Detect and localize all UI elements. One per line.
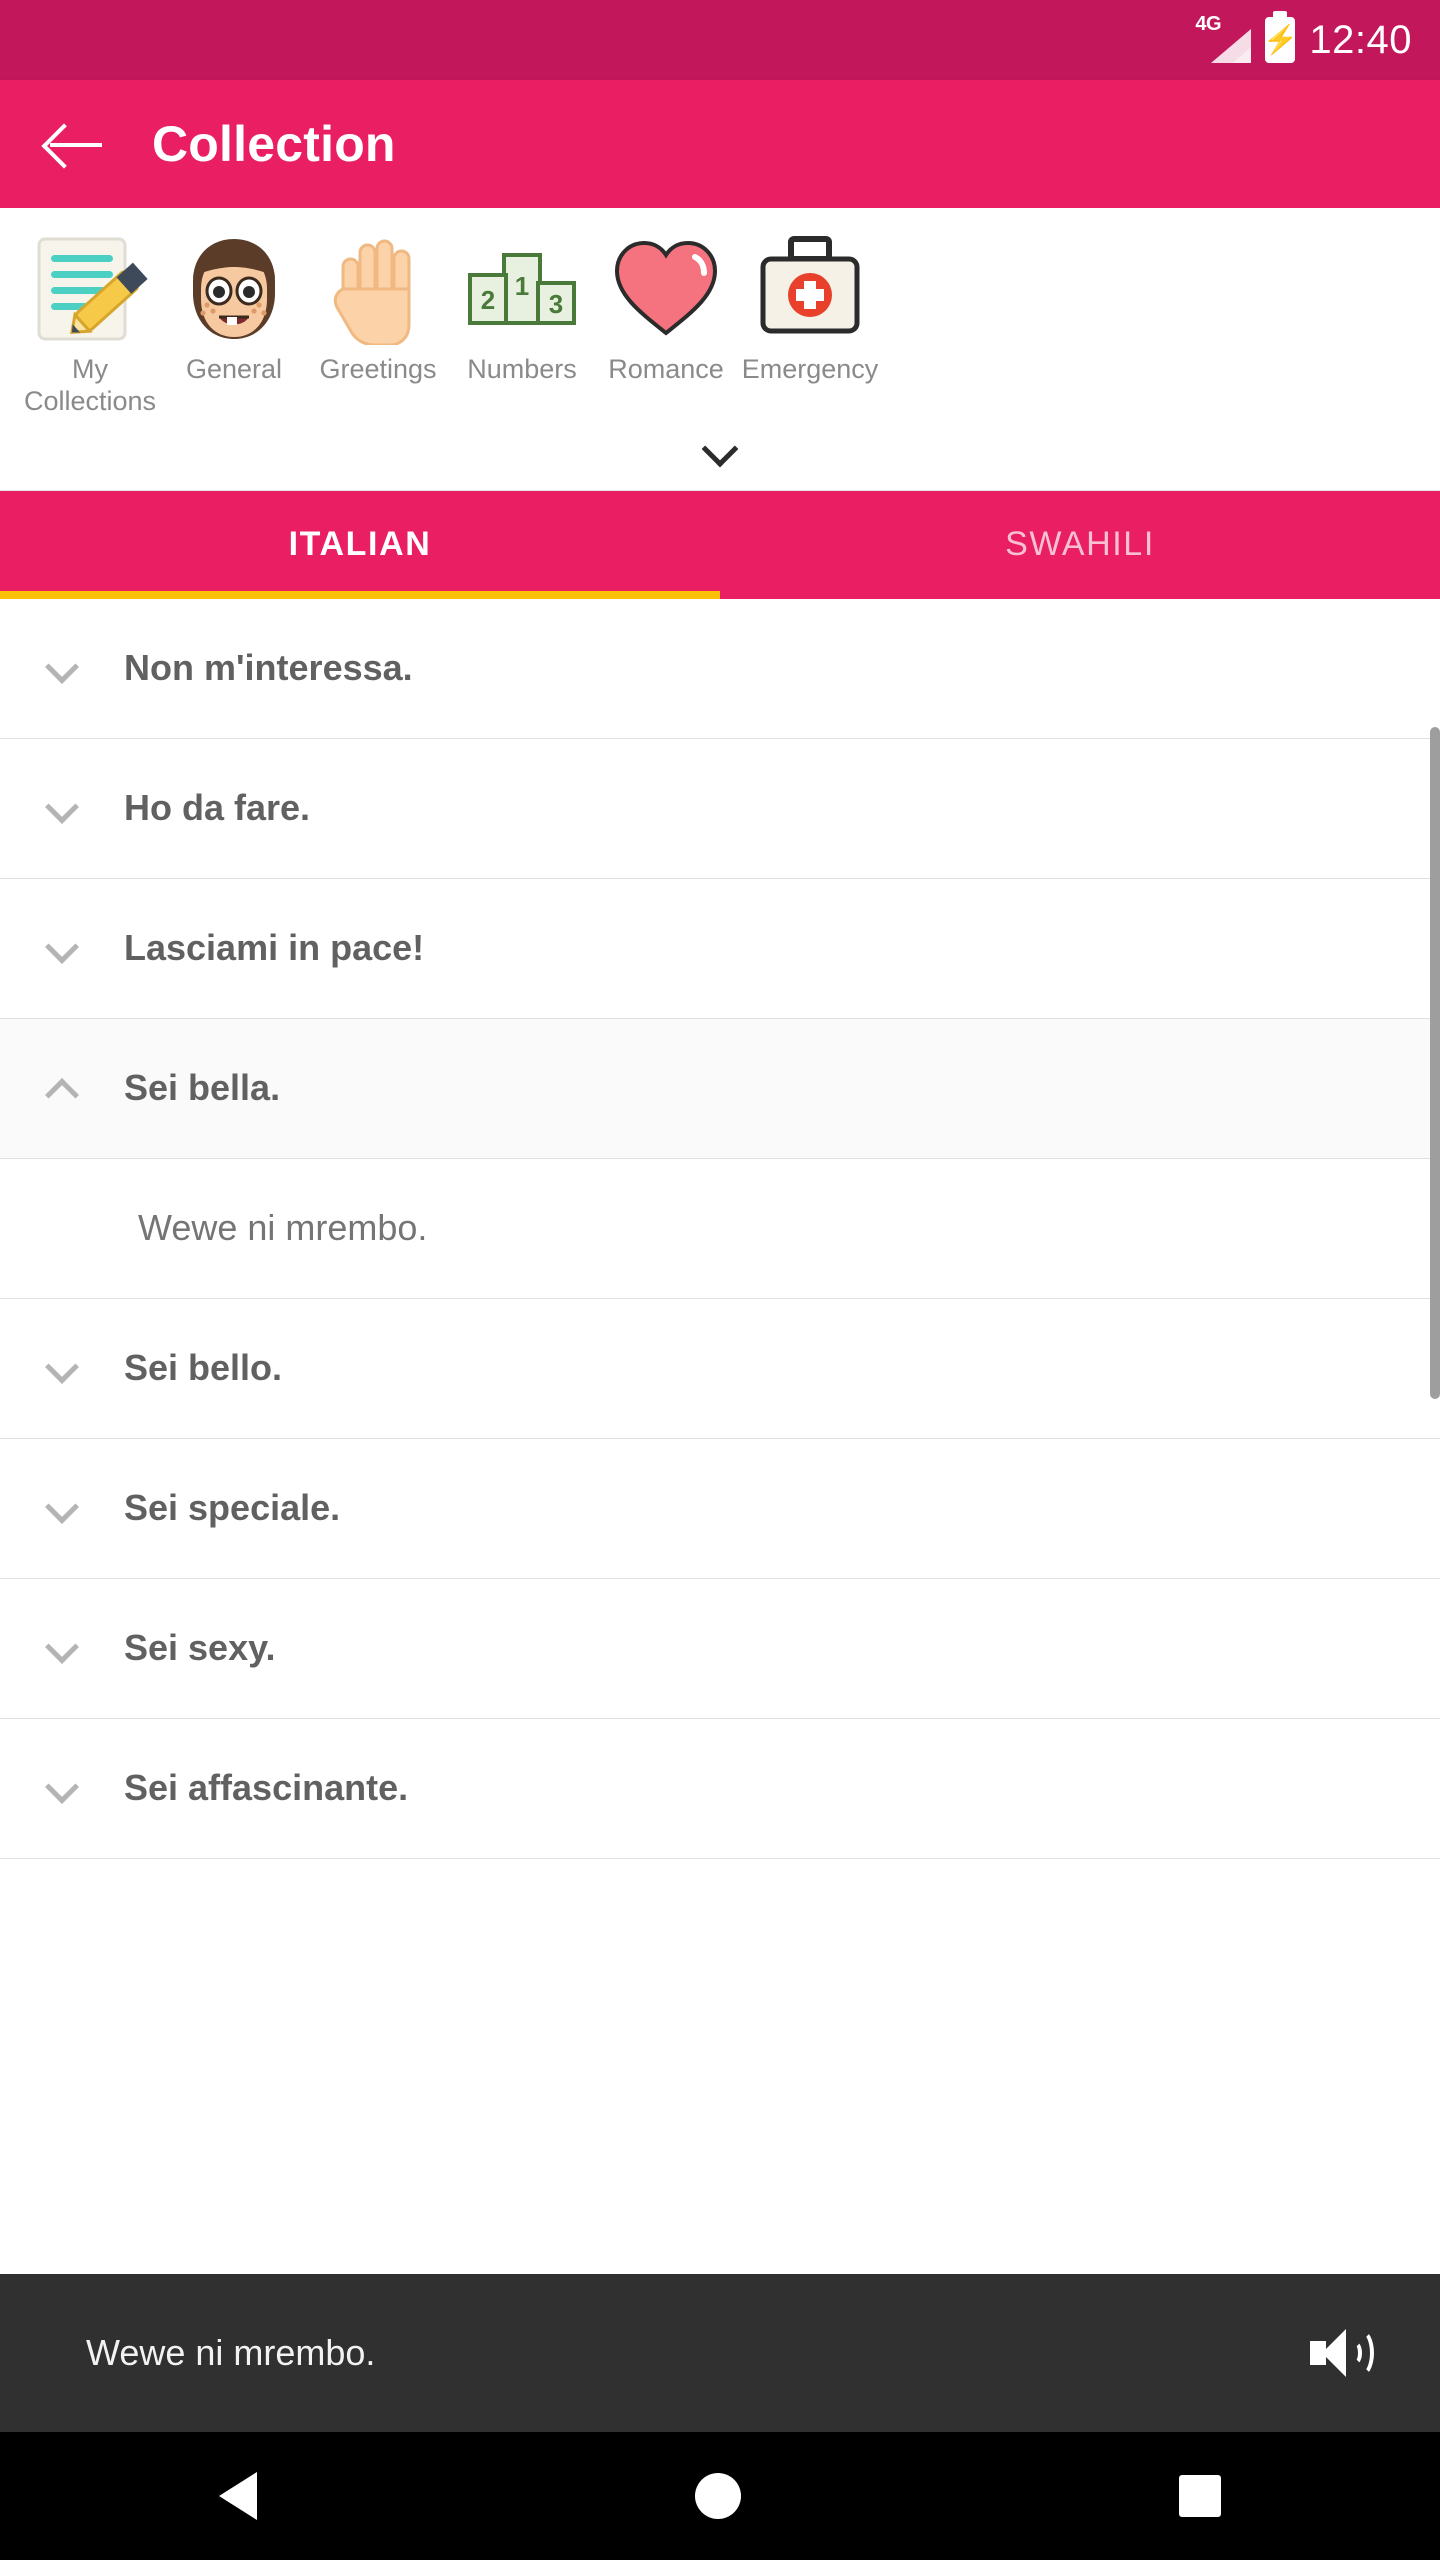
podium-icon: 1 2 3: [457, 230, 587, 348]
category-romance[interactable]: Romance: [594, 230, 738, 386]
list-item[interactable]: Non m'interessa.: [0, 598, 1440, 739]
category-emergency[interactable]: Emergency: [738, 230, 882, 386]
category-label: My Collections: [23, 354, 157, 416]
battery-charging-icon: ⚡: [1263, 17, 1298, 63]
category-label: Numbers: [467, 354, 577, 384]
category-label: Emergency: [741, 354, 879, 384]
svg-text:3: 3: [549, 289, 563, 319]
tab-swahili[interactable]: SWAHILI: [720, 491, 1440, 599]
list-item[interactable]: Lasciami in pace!: [0, 878, 1440, 1019]
circle-home-icon[interactable]: [695, 2473, 741, 2519]
status-bar: 4G ⚡ 12:40: [0, 0, 1440, 80]
tab-indicator: [0, 590, 720, 599]
svg-text:2: 2: [481, 285, 495, 315]
clock-label: 12:40: [1309, 17, 1412, 62]
category-strip: My Collections General Greetings 1 2 3 N…: [0, 208, 1440, 491]
svg-text:1: 1: [515, 271, 529, 301]
page-title: Collection: [152, 116, 396, 172]
category-label: General: [185, 354, 283, 384]
network-signal-icon: 4G: [1195, 13, 1252, 63]
first-aid-kit-icon: [745, 230, 875, 348]
category-label: Greetings: [319, 354, 437, 384]
list-item-expanded[interactable]: Sei bella.: [0, 1018, 1440, 1159]
translation-text: Wewe ni mrembo.: [138, 1207, 428, 1249]
category-numbers[interactable]: 1 2 3 Numbers: [450, 230, 594, 386]
list-item[interactable]: Ho da fare.: [0, 738, 1440, 879]
chevron-up-icon[interactable]: [45, 1071, 82, 1113]
scrollbar-thumb[interactable]: [1430, 726, 1440, 1399]
chevron-down-icon[interactable]: [45, 1350, 82, 1385]
raised-hand-icon: [313, 230, 443, 348]
list-item[interactable]: Sei speciale.: [0, 1438, 1440, 1579]
category-greetings[interactable]: Greetings: [306, 230, 450, 386]
phrase-text: Sei affascinante.: [124, 1767, 409, 1809]
phrase-text: Sei bello.: [124, 1347, 283, 1389]
phrase-text: Sei speciale.: [124, 1487, 341, 1529]
list-item[interactable]: Sei bello.: [0, 1298, 1440, 1439]
notepad-pencil-icon: [25, 230, 155, 348]
phrase-text: Sei bella.: [124, 1067, 281, 1109]
chevron-down-icon[interactable]: [45, 930, 82, 965]
chevron-down-icon[interactable]: [45, 1490, 82, 1525]
chevron-down-icon[interactable]: [0, 418, 1440, 490]
heart-icon: [601, 230, 731, 348]
category-label: Romance: [608, 354, 724, 384]
translation-row[interactable]: Wewe ni mrembo.: [0, 1158, 1440, 1299]
android-nav-bar: [0, 2432, 1440, 2560]
girl-face-icon: [169, 230, 299, 348]
language-tabs: ITALIAN SWAHILI: [0, 490, 1440, 599]
arrow-left-icon[interactable]: [48, 116, 104, 172]
category-general[interactable]: General: [162, 230, 306, 386]
audio-player-bar: Wewe ni mrembo.: [0, 2274, 1440, 2432]
list-item[interactable]: Sei sexy.: [0, 1578, 1440, 1719]
app-bar: Collection: [0, 80, 1440, 208]
category-my-collections[interactable]: My Collections: [18, 230, 162, 418]
chevron-down-icon[interactable]: [45, 650, 82, 685]
app-screen: 4G ⚡ 12:40 Collection My Collections Gen…: [0, 0, 1440, 2560]
phrase-list: Non m'interessa. Ho da fare. Lasciami in…: [0, 598, 1440, 1859]
player-phrase-text: Wewe ni mrembo.: [86, 2332, 376, 2373]
tab-italian[interactable]: ITALIAN: [0, 491, 720, 599]
speaker-icon[interactable]: [1310, 2323, 1378, 2383]
chevron-down-icon[interactable]: [45, 1630, 82, 1665]
list-item[interactable]: Sei affascinante.: [0, 1718, 1440, 1859]
phrase-text: Non m'interessa.: [124, 647, 413, 689]
triangle-back-icon[interactable]: [219, 2472, 257, 2520]
square-recents-icon[interactable]: [1179, 2475, 1221, 2517]
chevron-down-icon[interactable]: [45, 790, 82, 825]
chevron-down-icon[interactable]: [45, 1770, 82, 1805]
phrase-text: Ho da fare.: [124, 787, 311, 829]
phrase-text: Lasciami in pace!: [124, 927, 425, 969]
phrase-text: Sei sexy.: [124, 1627, 276, 1669]
